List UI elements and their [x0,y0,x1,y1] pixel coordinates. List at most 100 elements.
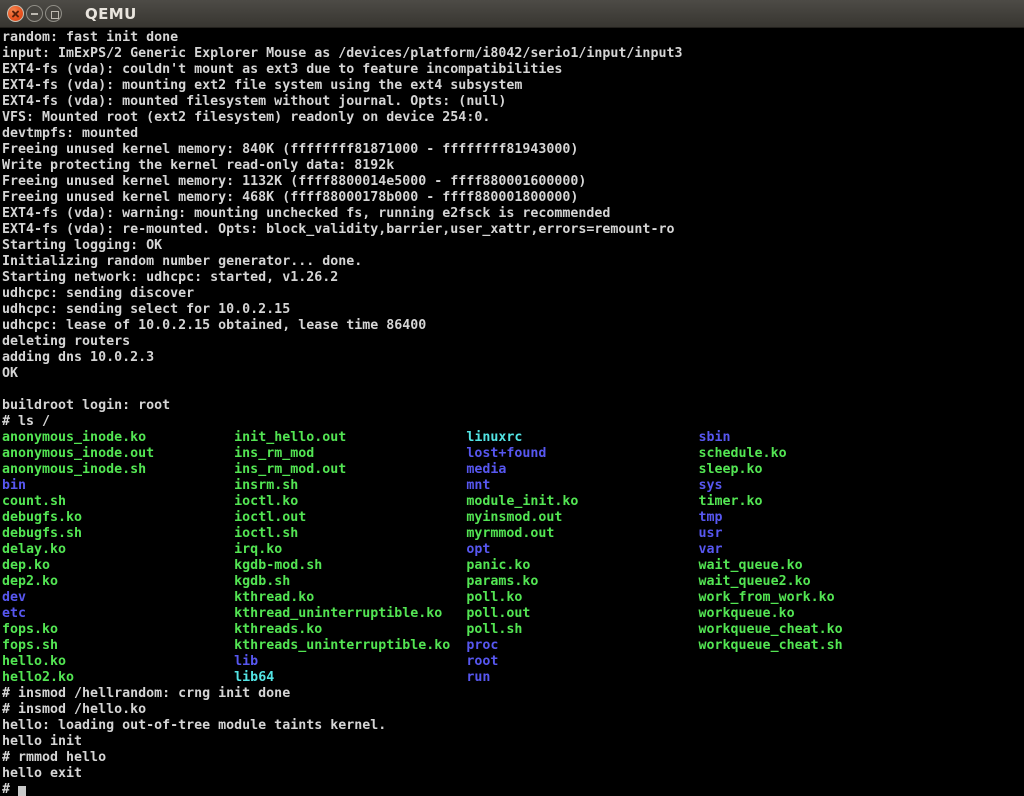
terminal-text: udhcpc: lease of 10.0.2.15 obtained, lea… [2,318,426,333]
terminal-text [82,526,234,541]
terminal-line: anonymous_inode.out ins_rm_mod lost+foun… [2,446,1024,462]
terminal-text: # rmmod hello [2,750,106,765]
file-entry: wait_queue2.ko [699,574,811,589]
terminal-line: OK [2,366,1024,382]
terminal-text [274,670,466,685]
file-entry: poll.out [466,606,530,621]
terminal-line: hello.ko lib root [2,654,1024,670]
terminal-line: delay.ko irq.ko opt var [2,542,1024,558]
terminal-line: adding dns 10.0.2.3 [2,350,1024,366]
terminal-text: hello exit [2,766,82,781]
terminal-line: buildroot login: root [2,398,1024,414]
file-entry: irq.ko [234,542,282,557]
terminal-line: # insmod /hellrandom: crng init done [2,686,1024,702]
terminal-line: udhcpc: sending select for 10.0.2.15 [2,302,1024,318]
file-entry: ins_rm_mod [234,446,314,461]
file-entry: kthreads_uninterruptible.ko [234,638,450,653]
terminal-text [346,462,466,477]
terminal-text: Initializing random number generator... … [2,254,362,269]
terminal-line: count.sh ioctl.ko module_init.ko timer.k… [2,494,1024,510]
file-entry: ioctl.out [234,510,306,525]
terminal-line: deleting routers [2,334,1024,350]
window-maximize-button[interactable] [45,5,62,22]
file-entry: kthread_uninterruptible.ko [234,606,442,621]
terminal-text [146,462,234,477]
terminal-text [26,590,234,605]
file-entry: params.ko [466,574,538,589]
terminal-text: EXT4-fs (vda): couldn't mount as ext3 du… [2,62,562,77]
terminal-text: Starting logging: OK [2,238,162,253]
terminal-line: # [2,782,1024,796]
file-entry: timer.ko [699,494,763,509]
terminal-line: hello2.ko lib64 run [2,670,1024,686]
terminal-text: EXT4-fs (vda): warning: mounting uncheck… [2,206,610,221]
terminal-line: VFS: Mounted root (ext2 filesystem) read… [2,110,1024,126]
terminal-text [26,478,234,493]
terminal-text: Starting network: udhcpc: started, v1.26… [2,270,338,285]
file-entry: dev [2,590,26,605]
terminal-text [314,590,466,605]
terminal-cursor [18,786,26,796]
file-entry: ins_rm_mod.out [234,462,346,477]
terminal-text [322,622,466,637]
file-entry: kgdb.sh [234,574,290,589]
terminal-text: # insmod /hellrandom: crng init done [2,686,290,701]
terminal-text: udhcpc: sending select for 10.0.2.15 [2,302,290,317]
terminal-text [154,446,234,461]
file-entry: schedule.ko [699,446,787,461]
terminal-text [50,558,234,573]
file-entry: work_from_work.ko [699,590,835,605]
terminal-line: hello: loading out-of-tree module taints… [2,718,1024,734]
file-entry: usr [699,526,723,541]
file-entry: lost+found [466,446,546,461]
file-entry: run [466,670,490,685]
file-entry: tmp [699,510,723,525]
terminal-text: buildroot login: root [2,398,170,413]
terminal-text [442,606,466,621]
terminal-text [66,654,234,669]
file-entry: kgdb-mod.sh [234,558,322,573]
file-entry: bin [2,478,26,493]
window-minimize-button[interactable] [26,5,43,22]
terminal-line: input: ImExPS/2 Generic Explorer Mouse a… [2,46,1024,62]
terminal-text [538,574,698,589]
terminal-output[interactable]: random: fast init doneinput: ImExPS/2 Ge… [0,28,1024,796]
terminal-text [82,510,234,525]
window-close-button[interactable] [7,5,24,22]
terminal-text: # ls / [2,414,50,429]
file-entry: sys [699,478,723,493]
file-entry: anonymous_inode.sh [2,462,146,477]
terminal-line: hello init [2,734,1024,750]
terminal-text [506,462,698,477]
terminal-text: Freeing unused kernel memory: 1132K (fff… [2,174,586,189]
file-entry: workqueue.ko [699,606,795,621]
terminal-line: EXT4-fs (vda): mounting ext2 file system… [2,78,1024,94]
terminal-text [58,622,234,637]
file-entry: lib64 [234,670,274,685]
terminal-text [554,526,698,541]
terminal-text: Freeing unused kernel memory: 468K (ffff… [2,190,578,205]
file-entry: sbin [699,430,731,445]
terminal-text: random: fast init done [2,30,178,45]
file-entry: lib [234,654,258,669]
terminal-text: input: ImExPS/2 Generic Explorer Mouse a… [2,46,682,61]
file-entry: myinsmod.out [466,510,562,525]
file-entry: ioctl.sh [234,526,298,541]
terminal-line: fops.sh kthreads_uninterruptible.ko proc… [2,638,1024,654]
file-entry: debugfs.sh [2,526,82,541]
terminal-line: Write protecting the kernel read-only da… [2,158,1024,174]
terminal-text [306,510,466,525]
terminal-text [314,446,466,461]
terminal-text [522,622,698,637]
terminal-text [530,606,698,621]
terminal-text: Freeing unused kernel memory: 840K (ffff… [2,142,578,157]
file-entry: root [466,654,498,669]
terminal-line: # ls / [2,414,1024,430]
window-title: QEMU [85,5,137,23]
terminal-line: Freeing unused kernel memory: 840K (ffff… [2,142,1024,158]
terminal-text: OK [2,366,18,381]
file-entry: panic.ko [466,558,530,573]
terminal-text: Write protecting the kernel read-only da… [2,158,394,173]
terminal-text [298,478,466,493]
terminal-line: # rmmod hello [2,750,1024,766]
